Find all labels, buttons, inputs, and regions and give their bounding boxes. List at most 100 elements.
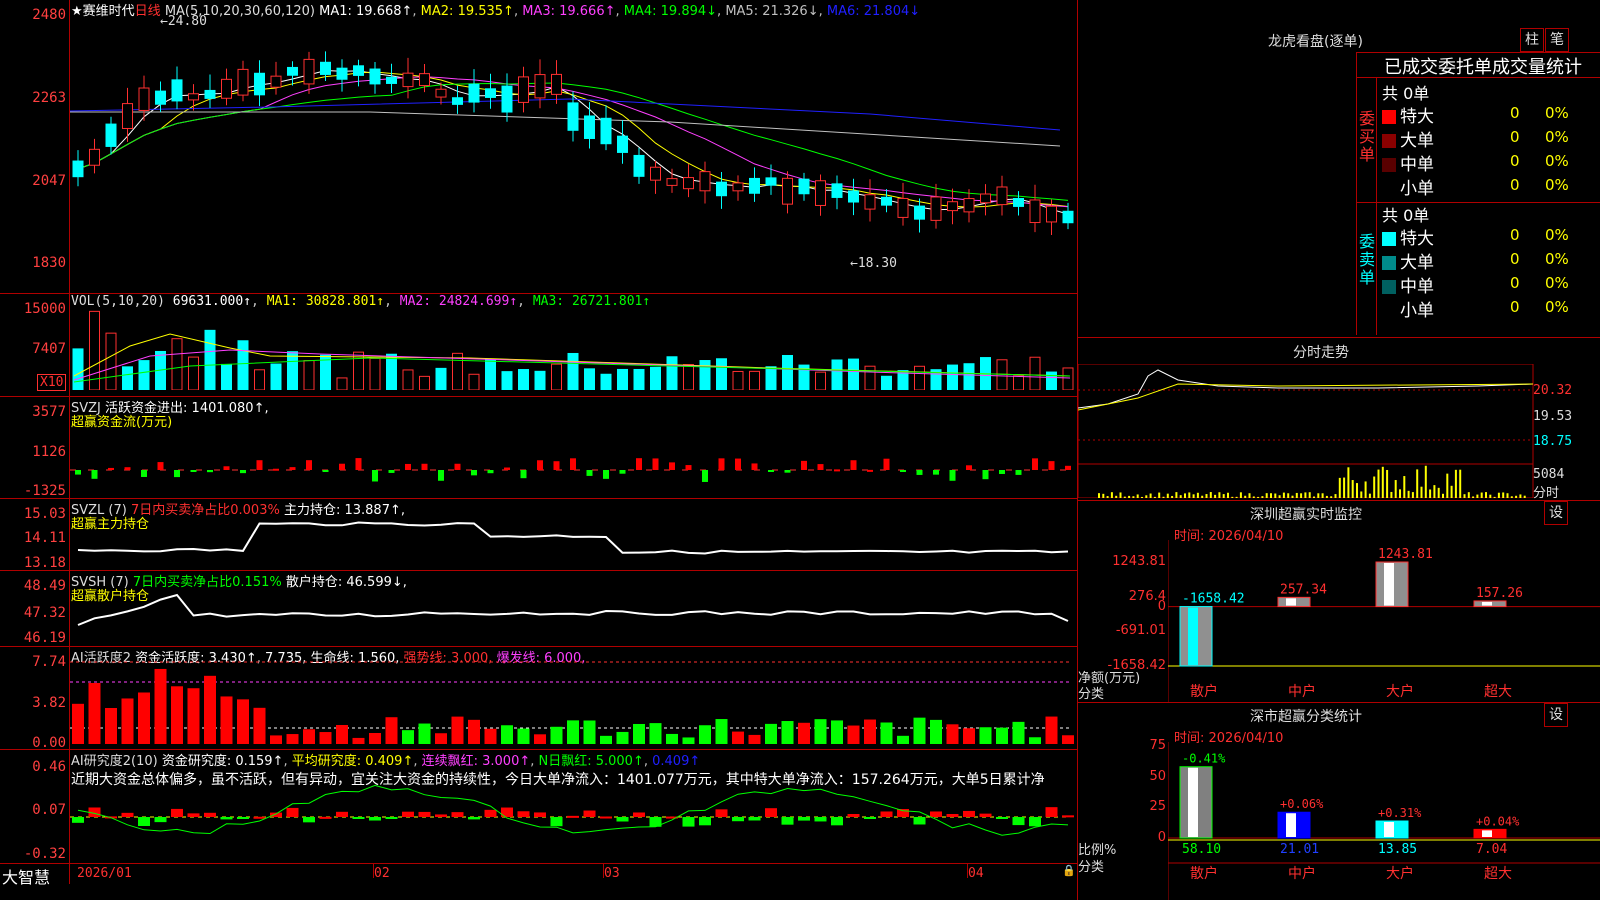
dragon-row-name: 特大: [1400, 107, 1434, 127]
svzj-tick-1: 3577: [32, 404, 66, 420]
ai2-bar: [616, 817, 629, 822]
ai2-bar: [814, 817, 827, 822]
ai2-bar: [699, 817, 711, 826]
svzj-bar: [273, 468, 279, 471]
intraday-vol-bar: [1386, 469, 1389, 498]
intraday-vol-bar: [1407, 490, 1410, 498]
vol-bar: [996, 359, 1008, 390]
svzj-chart[interactable]: [70, 410, 1076, 496]
ai2-bar: [319, 816, 332, 819]
lock-icon[interactable]: 🔒: [1062, 864, 1076, 877]
volume-chart[interactable]: [70, 306, 1076, 390]
tick-mode-button[interactable]: 笔: [1545, 28, 1569, 52]
intraday-vol-bar: [1106, 496, 1109, 498]
candle-body: [221, 78, 232, 99]
dragon-row-name: 中单: [1400, 277, 1434, 297]
monitor-bar-3: [1473, 600, 1507, 608]
svzj-bar: [372, 470, 378, 482]
monitor-bar-0: [1179, 606, 1213, 667]
ai1-bar: [484, 728, 497, 744]
ai1-bar: [682, 737, 695, 744]
classify-change-label: +0.04%: [1476, 814, 1520, 828]
vol-bar: [386, 353, 397, 390]
ai2-bar: [1045, 807, 1058, 817]
dragon-row-pct: 0%: [1545, 274, 1569, 292]
ai2-bar: [154, 817, 167, 823]
intraday-vol-bar: [1252, 496, 1255, 498]
ai1-bar: [913, 717, 926, 744]
bar-mode-button[interactable]: 柱: [1520, 28, 1544, 52]
svzj-bar: [91, 470, 98, 479]
candle-body: [320, 61, 331, 75]
candle-body: [848, 190, 859, 203]
vol-bar: [600, 373, 612, 390]
svzj-bar: [883, 458, 890, 470]
monitor-settings-button[interactable]: 设: [1544, 501, 1568, 525]
ai1-chart[interactable]: [70, 658, 1076, 748]
intraday-vol-bar: [1515, 495, 1518, 498]
svzj-bar: [1048, 461, 1055, 470]
svsh-chart[interactable]: [70, 583, 1076, 645]
monitor-chart[interactable]: -1658.42 散户 257.34 中户 1243.81 大户 157.26 超大: [1168, 540, 1600, 702]
intraday-vol-bar: [1480, 492, 1483, 498]
intraday-vol-bar: [1321, 493, 1324, 498]
dragon-header: 已成交委托单成交量统计: [1384, 57, 1582, 78]
ai2-chart[interactable]: [70, 770, 1076, 862]
intraday-vol-bar: [1463, 494, 1466, 498]
intraday-vol-bar: [1334, 494, 1337, 498]
intraday-title: 分时走势: [1293, 345, 1349, 361]
candle-body: [1013, 198, 1024, 207]
classify-chart[interactable]: -0.41% 58.10 散户 +0.06% 21.01 中户 +0.31% 13.85 大户 +…: [1168, 742, 1600, 900]
dragon-row-count: 0: [1510, 298, 1520, 316]
vol-bar: [1013, 375, 1024, 390]
ai2-bar: [204, 812, 216, 817]
intraday-vol-bar: [1313, 496, 1315, 498]
ai2-avg: 平均研究度: 0.409↑: [291, 754, 414, 769]
candle-body: [501, 85, 513, 113]
vol-bar: [254, 369, 265, 390]
intraday-vol-bar: [1394, 480, 1397, 498]
intraday-chart[interactable]: [1078, 364, 1534, 498]
ai1-bar: [204, 675, 216, 744]
candle-body: [716, 181, 727, 197]
dragon-row-count: 0: [1510, 274, 1520, 292]
candle-body: [633, 154, 645, 177]
classify-bar-0: [1179, 766, 1213, 839]
vol-bar: [188, 356, 199, 390]
chart-area[interactable]: ★赛维时代日线 MA(5,10,20,30,60,120) MA1: 19.66…: [0, 0, 1078, 900]
intraday-top-line: [1078, 337, 1600, 338]
dragon-row-swatch: [1382, 232, 1396, 246]
candle-body: [1062, 210, 1074, 224]
ai1-bar: [699, 725, 711, 744]
svzj-bar: [570, 458, 576, 470]
svzj-bar: [207, 470, 213, 473]
ai2-bar: [385, 817, 398, 819]
svzj-bar: [652, 458, 659, 470]
svzj-bar: [223, 466, 230, 470]
vol-bar: [666, 356, 678, 390]
candle-body: [89, 148, 100, 166]
classify-settings-button[interactable]: 设: [1544, 703, 1568, 727]
svzj-bar: [586, 470, 593, 476]
dragon-row-pct: 0%: [1545, 128, 1569, 146]
intraday-vol-bar: [1497, 492, 1500, 498]
ai2-tick-3: -0.32: [23, 846, 66, 862]
svzj-bar: [801, 460, 807, 470]
monitor-bar-highlight: [1188, 607, 1198, 665]
ai2-bar: [220, 817, 233, 820]
right-panel: 龙虎看盘(逐单) 柱 笔 已成交委托单成交量统计 委买单 共 0单 特大 0 0% 大…: [1078, 0, 1600, 900]
dragon-row-name: 大单: [1400, 131, 1434, 151]
ai2-bar: [451, 812, 464, 817]
svzl-chart[interactable]: [70, 510, 1076, 568]
intraday-vol-bar: [1338, 477, 1341, 498]
intraday-price-1: 20.32: [1533, 383, 1573, 398]
price-chart[interactable]: [70, 14, 1076, 276]
vol-bar: [765, 366, 777, 390]
svzj-bar: [817, 464, 824, 470]
x-label-mar: 03: [604, 866, 620, 881]
ai2-bar: [732, 817, 744, 822]
dragon-row-count: 0: [1510, 152, 1520, 170]
ai1-bar: [765, 723, 777, 744]
svzj-bar: [306, 460, 312, 470]
intraday-vol-bar: [1136, 494, 1139, 498]
